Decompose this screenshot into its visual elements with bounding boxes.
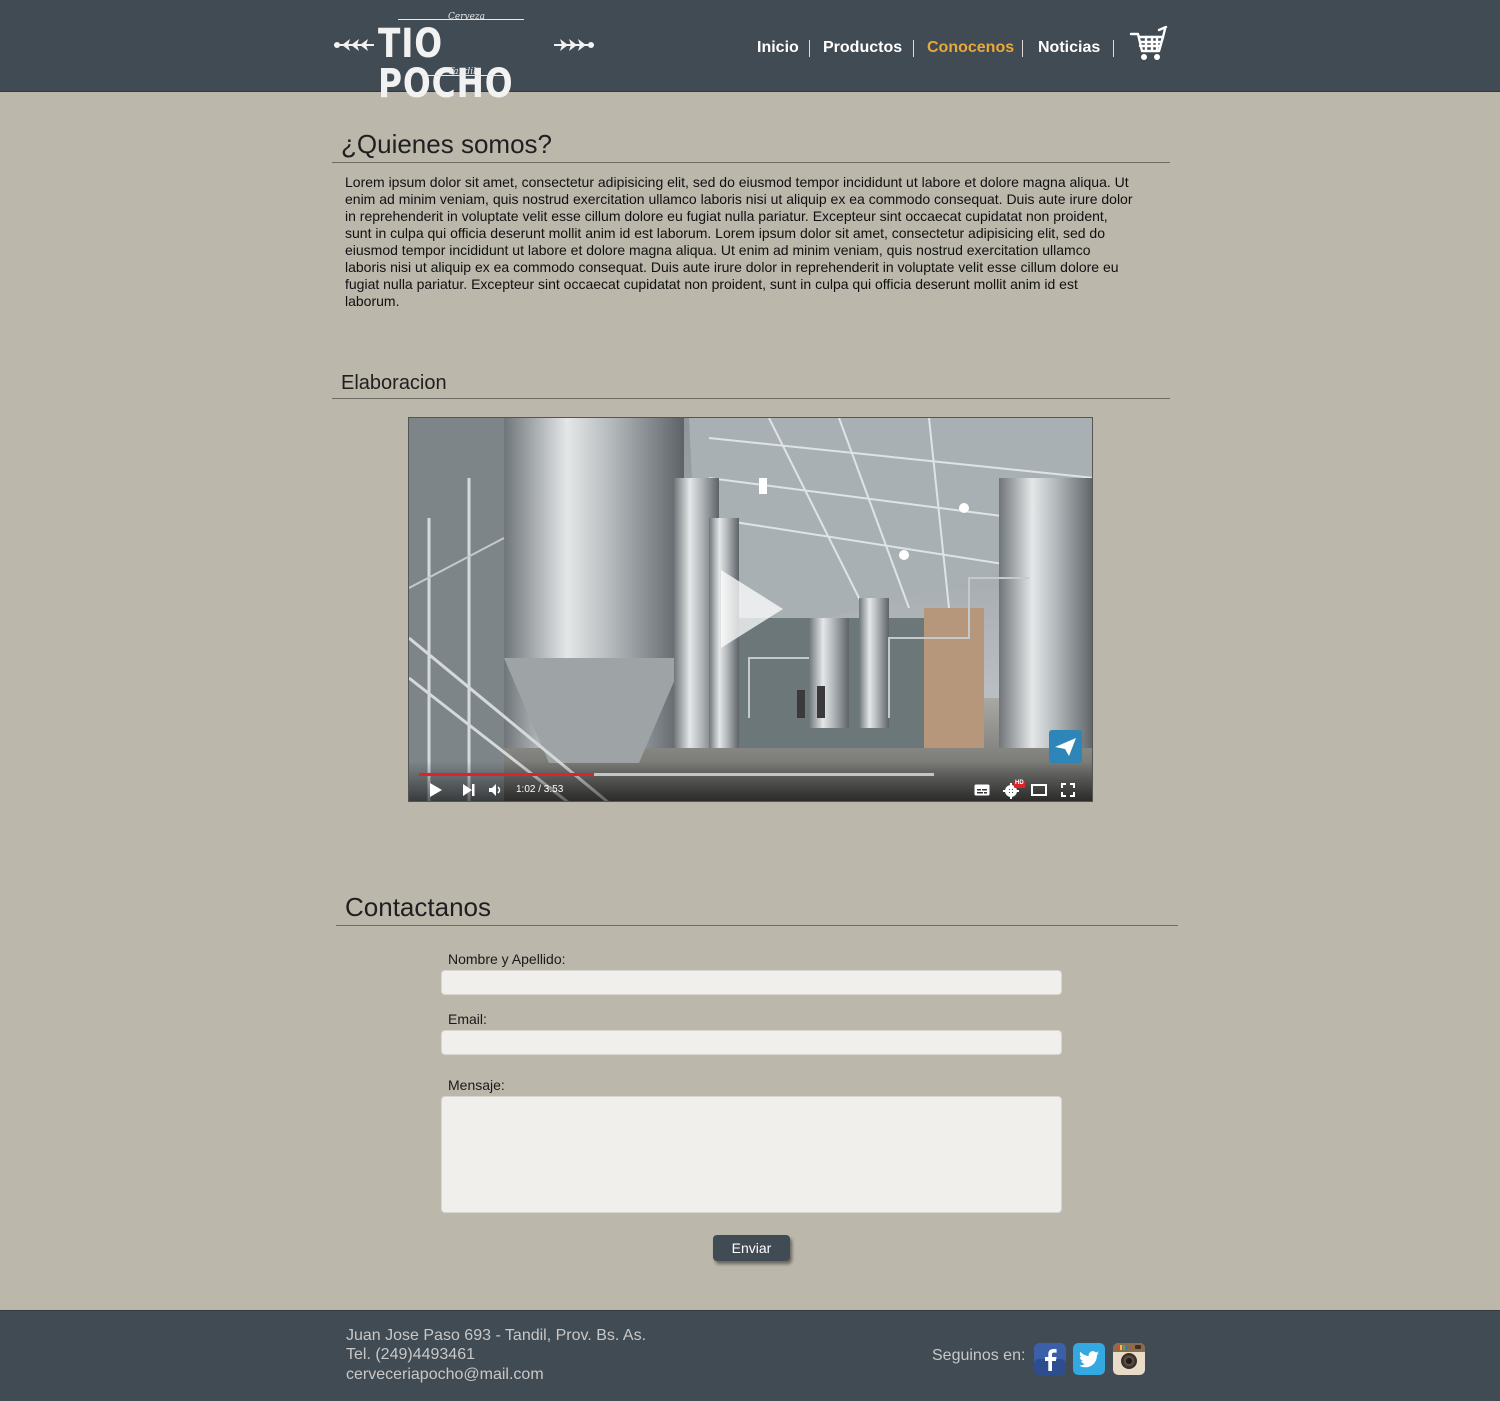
nav-separator: [913, 40, 914, 57]
wheat-right-icon: [554, 39, 594, 51]
follow-label: Seguinos en:: [932, 1347, 1026, 1364]
nav-item-productos[interactable]: Productos: [823, 38, 902, 58]
twitter-icon[interactable]: [1073, 1343, 1105, 1375]
about-divider: [332, 162, 1170, 163]
email-label: Email:: [448, 1011, 487, 1027]
nav-separator: [1113, 40, 1114, 57]
subtitles-icon[interactable]: [974, 784, 990, 796]
instagram-icon[interactable]: [1113, 1343, 1145, 1375]
video-progress-fill: [419, 773, 595, 776]
video-player[interactable]: 1:02 / 3:53 HD: [408, 417, 1093, 802]
logo-top-text: Cerveza: [448, 12, 486, 22]
message-label: Mensaje:: [448, 1077, 505, 1093]
channel-watermark-icon[interactable]: [1049, 730, 1082, 763]
email-field[interactable]: [441, 1030, 1062, 1055]
logo-bottom-text: Tandil: [448, 67, 476, 77]
theater-mode-icon[interactable]: [1031, 784, 1047, 796]
nav-separator: [1022, 40, 1023, 57]
shopping-cart-icon[interactable]: [1128, 25, 1168, 63]
logo-text: TIO POCHO: [378, 21, 514, 107]
nav-item-conocenos[interactable]: Conocenos: [927, 38, 1014, 58]
play-icon[interactable]: [430, 783, 442, 797]
video-progress-bar[interactable]: [419, 773, 934, 776]
volume-icon[interactable]: [489, 784, 503, 796]
video-time: 1:02 / 3:53: [516, 784, 564, 795]
site-logo[interactable]: Cerveza TIO POCHO Tandil: [334, 10, 594, 104]
site-header: Cerveza TIO POCHO Tandil Inicio Producto…: [0, 0, 1500, 104]
name-field[interactable]: [441, 970, 1062, 995]
message-field[interactable]: [441, 1096, 1062, 1213]
hd-badge: HD: [1015, 780, 1024, 786]
next-icon[interactable]: [463, 784, 475, 796]
contact-title: Contactanos: [345, 892, 491, 922]
play-overlay-icon[interactable]: [721, 570, 783, 648]
elaboracion-divider: [332, 398, 1170, 399]
footer-address: Juan Jose Paso 693 - Tandil, Prov. Bs. A…: [346, 1327, 647, 1344]
name-label: Nombre y Apellido:: [448, 951, 566, 967]
about-paragraph: Lorem ipsum dolor sit amet, consectetur …: [345, 174, 1133, 309]
footer-phone: Tel. (249)4493461: [346, 1346, 475, 1363]
fullscreen-icon[interactable]: [1061, 783, 1075, 797]
footer-email[interactable]: cerveceriapocho@mail.com: [346, 1365, 544, 1385]
contact-divider: [336, 925, 1178, 926]
nav-item-inicio[interactable]: Inicio: [757, 38, 799, 58]
logo-line-top: [398, 19, 524, 20]
facebook-icon[interactable]: [1034, 1343, 1066, 1375]
elaboracion-title: Elaboracion: [341, 372, 447, 394]
wheat-left-icon: [334, 39, 374, 51]
nav-separator: [809, 40, 810, 57]
submit-button[interactable]: Enviar: [713, 1235, 790, 1261]
video-controls: 1:02 / 3:53 HD: [409, 761, 1092, 801]
about-title: ¿Quienes somos?: [341, 129, 552, 159]
nav-item-noticias[interactable]: Noticias: [1038, 38, 1100, 58]
site-footer: Juan Jose Paso 693 - Tandil, Prov. Bs. A…: [0, 1310, 1500, 1401]
